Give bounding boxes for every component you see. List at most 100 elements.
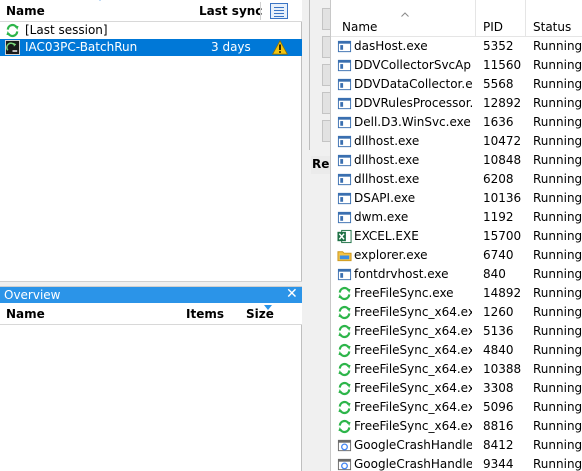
toolbar-button-edge[interactable] <box>322 92 330 114</box>
sync-config-item[interactable]: IAC03PC-BatchRun 3 days <box>0 39 302 56</box>
freefilesync-icon <box>337 286 352 301</box>
process-row[interactable]: FreeFileSync_x64.exe 5096 Running <box>331 398 582 417</box>
process-name: DDVCollectorSvcApi... <box>354 58 472 72</box>
sync-config-item[interactable]: [Last session] <box>0 22 302 39</box>
process-row[interactable]: DDVCollectorSvcApi... 11560 Running <box>331 56 582 75</box>
sort-indicator-icon <box>96 0 104 1</box>
process-pid: 11560 <box>483 58 522 72</box>
process-pid: 10388 <box>483 362 522 376</box>
process-name: FreeFileSync_x64.exe <box>354 324 472 338</box>
window-app-icon <box>337 172 352 187</box>
process-row[interactable]: FreeFileSync_x64.exe 5136 Running <box>331 322 582 341</box>
process-pid: 1192 <box>483 210 514 224</box>
window-app-icon <box>337 134 352 149</box>
process-name: FreeFileSync_x64.exe <box>354 400 472 414</box>
process-pid: 1636 <box>483 115 514 129</box>
window-app-icon <box>337 58 352 73</box>
window-app-icon <box>337 267 352 282</box>
process-pid: 5096 <box>483 400 514 414</box>
column-header-status[interactable]: Status <box>533 20 571 34</box>
process-pid: 1260 <box>483 305 514 319</box>
toolbar-button-edge[interactable] <box>322 64 330 86</box>
process-row[interactable]: fontdrvhost.exe 840 Running <box>331 265 582 284</box>
process-row[interactable]: explorer.exe 6740 Running <box>331 246 582 265</box>
process-list: Name PID Status dasHost.exe 5352 Running DD… <box>330 0 582 471</box>
overview-title: Overview <box>4 288 61 302</box>
process-name: Dell.D3.WinSvc.exe <box>354 115 471 129</box>
toolbar-button-edge[interactable] <box>322 120 330 142</box>
process-status: Running <box>533 172 582 186</box>
process-name: dllhost.exe <box>354 153 420 167</box>
column-header-name[interactable]: Name <box>6 4 45 18</box>
process-row[interactable]: FreeFileSync_x64.exe 10388 Running <box>331 360 582 379</box>
window-app-icon <box>337 153 352 168</box>
process-name: fontdrvhost.exe <box>354 267 449 281</box>
process-row[interactable]: EXCEL.EXE 15700 Running <box>331 227 582 246</box>
process-pid: 12892 <box>483 96 522 110</box>
process-row[interactable]: dasHost.exe 5352 Running <box>331 37 582 56</box>
sync-config-name: [Last session] <box>25 23 108 37</box>
process-name: explorer.exe <box>354 248 428 262</box>
process-pid: 5568 <box>483 77 514 91</box>
process-pid: 6208 <box>483 172 514 186</box>
process-row[interactable]: FreeFileSync_x64.exe 4840 Running <box>331 341 582 360</box>
process-name: FreeFileSync_x64.exe <box>354 343 472 357</box>
process-row[interactable]: DSAPI.exe 10136 Running <box>331 189 582 208</box>
process-pid: 15700 <box>483 229 522 243</box>
process-row[interactable]: GoogleCrashHandler... 9344 Running <box>331 455 582 471</box>
freefilesync-icon <box>337 400 352 415</box>
sync-config-name: IAC03PC-BatchRun <box>25 40 138 54</box>
google-crash-handler-icon <box>337 457 352 471</box>
process-row[interactable]: FreeFileSync.exe 14892 Running <box>331 284 582 303</box>
process-status: Running <box>533 343 582 357</box>
process-row[interactable]: GoogleCrashHandler... 8412 Running <box>331 436 582 455</box>
overview-column-items[interactable]: Items <box>186 307 224 321</box>
process-pid: 5352 <box>483 39 514 53</box>
process-status: Running <box>533 134 582 148</box>
window-app-icon <box>337 39 352 54</box>
process-row[interactable]: DDVDataCollector.exe 5568 Running <box>331 75 582 94</box>
list-view-options-icon[interactable] <box>270 3 288 19</box>
toolbar-button-edge[interactable] <box>322 36 330 58</box>
process-row[interactable]: FreeFileSync_x64.exe 1260 Running <box>331 303 582 322</box>
window-app-icon <box>337 77 352 92</box>
process-name: DDVDataCollector.exe <box>354 77 472 91</box>
process-row[interactable]: dwm.exe 1192 Running <box>331 208 582 227</box>
process-status: Running <box>533 457 582 471</box>
process-status: Running <box>533 115 582 129</box>
warning-icon <box>271 39 289 55</box>
process-status: Running <box>533 400 582 414</box>
process-row[interactable]: dllhost.exe 6208 Running <box>331 170 582 189</box>
sort-ascending-icon <box>401 12 409 17</box>
sync-list-header: Name Last sync <box>0 0 302 22</box>
column-header-last-sync[interactable]: Last sync <box>199 4 262 18</box>
process-name: dasHost.exe <box>354 39 428 53</box>
process-row[interactable]: DDVRulesProcessor.... 12892 Running <box>331 94 582 113</box>
freefilesync-icon <box>337 381 352 396</box>
process-name: DSAPI.exe <box>354 191 416 205</box>
column-header-pid[interactable]: PID <box>483 20 503 34</box>
sync-config-pane: Name Last sync [Last session] IAC03PC-Bat… <box>0 0 302 471</box>
rel-tab[interactable]: Rel <box>311 156 330 174</box>
process-status: Running <box>533 96 582 110</box>
process-status: Running <box>533 210 582 224</box>
process-pid: 10848 <box>483 153 522 167</box>
process-name: DDVRulesProcessor.... <box>354 96 472 110</box>
process-row[interactable]: FreeFileSync_x64.exe 8816 Running <box>331 417 582 436</box>
toolbar-button-edge[interactable] <box>322 8 330 30</box>
close-icon[interactable]: ✕ <box>286 286 298 302</box>
window-app-icon <box>337 115 352 130</box>
freefilesync-icon <box>337 362 352 377</box>
process-row[interactable]: dllhost.exe 10848 Running <box>331 151 582 170</box>
column-header-process-name[interactable]: Name <box>342 20 377 34</box>
process-status: Running <box>533 286 582 300</box>
process-row[interactable]: Dell.D3.WinSvc.exe 1636 Running <box>331 113 582 132</box>
process-row[interactable]: FreeFileSync_x64.exe 3308 Running <box>331 379 582 398</box>
process-pid: 10136 <box>483 191 522 205</box>
freefilesync-icon <box>337 305 352 320</box>
batch-job-icon <box>5 40 20 55</box>
process-row[interactable]: dllhost.exe 10472 Running <box>331 132 582 151</box>
process-name: GoogleCrashHandler... <box>354 438 472 452</box>
process-status: Running <box>533 77 582 91</box>
overview-column-name[interactable]: Name <box>6 307 45 321</box>
